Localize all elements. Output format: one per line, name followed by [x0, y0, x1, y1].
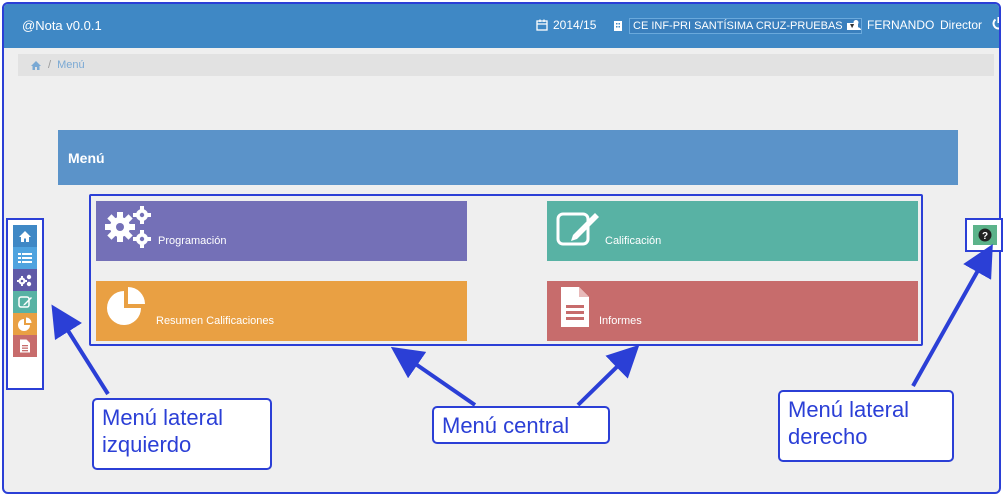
list-icon: [18, 253, 32, 263]
school-selector[interactable]: CE INF-PRI SANTÍSIMA CRUZ-PRUEBAS ▼: [612, 18, 862, 34]
callout-central-menu: Menú central: [432, 406, 610, 444]
panel-title: Menú: [68, 149, 105, 166]
user-name: FERNANDO: [867, 18, 935, 32]
callout-left-line1: Menú lateral: [102, 405, 224, 430]
help-icon: ?: [978, 228, 992, 242]
school-select[interactable]: CE INF-PRI SANTÍSIMA CRUZ-PRUEBAS ▼: [629, 18, 862, 34]
document-icon: [561, 287, 589, 327]
power-icon: [992, 17, 999, 30]
top-navbar: @Nota v0.0.1 2014/15 CE INF-PRI SANTÍSIM…: [4, 4, 999, 48]
sidebar-programacion-button[interactable]: [13, 269, 37, 291]
tile-label: Resumen Calificaciones: [156, 315, 274, 327]
left-sidebar-menu: [6, 218, 44, 390]
sidebar-informes-button[interactable]: [13, 335, 37, 357]
informes-tile[interactable]: Informes: [547, 281, 918, 341]
callout-right-line2: derecho: [788, 424, 868, 449]
app-title[interactable]: @Nota v0.0.1: [22, 18, 102, 33]
calificacion-tile[interactable]: Calificación: [547, 201, 918, 261]
tile-label: Informes: [599, 315, 642, 327]
right-sidebar-menu: ?: [965, 218, 1003, 252]
callout-right-line1: Menú lateral: [788, 397, 910, 422]
home-icon: [19, 230, 31, 242]
callout-left-line2: izquierdo: [102, 432, 192, 457]
gears-icon: [105, 206, 151, 248]
resumen-calificaciones-tile[interactable]: Resumen Calificaciones: [96, 281, 467, 341]
user-menu[interactable]: FERNANDO: [850, 18, 934, 32]
document-icon: [20, 339, 30, 353]
callout-right-menu: Menú lateral derecho: [778, 390, 954, 462]
school-year-label: 2014/15: [553, 18, 597, 32]
building-icon: [614, 21, 622, 31]
callout-center-text: Menú central: [442, 413, 570, 438]
home-icon[interactable]: [30, 60, 42, 71]
edit-icon: [556, 212, 599, 246]
calendar-icon: [536, 19, 548, 31]
school-select-value: CE INF-PRI SANTÍSIMA CRUZ-PRUEBAS: [633, 20, 843, 32]
menu-panel-header: Menú: [58, 130, 958, 185]
svg-text:?: ?: [982, 231, 988, 242]
programacion-tile[interactable]: Programación: [96, 201, 467, 261]
pie-chart-icon: [18, 317, 32, 331]
sidebar-list-button[interactable]: [13, 247, 37, 269]
breadcrumb-current[interactable]: Menú: [57, 59, 85, 71]
user-icon: [851, 20, 861, 30]
breadcrumb-separator: /: [48, 59, 52, 71]
school-year[interactable]: 2014/15: [536, 18, 596, 32]
tile-label: Programación: [158, 235, 227, 247]
sidebar-home-button[interactable]: [13, 225, 37, 247]
sidebar-calificacion-button[interactable]: [13, 291, 37, 313]
help-button[interactable]: ?: [973, 225, 997, 245]
logout-button[interactable]: [992, 16, 999, 30]
callout-left-menu: Menú lateral izquierdo: [92, 398, 272, 470]
tile-label: Calificación: [605, 235, 662, 247]
gears-icon: [17, 274, 32, 287]
sidebar-resumen-button[interactable]: [13, 313, 37, 335]
user-role[interactable]: Director: [940, 18, 982, 32]
breadcrumb: / Menú: [18, 54, 994, 76]
edit-icon: [17, 296, 32, 308]
pie-chart-icon: [107, 287, 145, 325]
